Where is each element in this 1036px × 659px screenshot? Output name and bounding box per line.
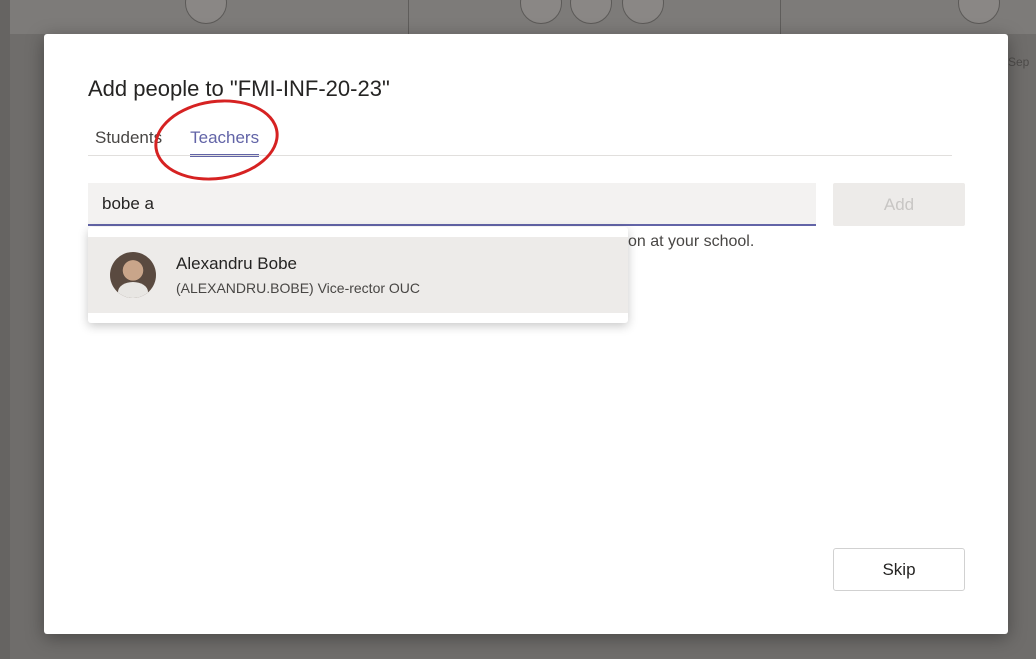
add-people-dialog: Add people to "FMI-INF-20-23" Students T… [44,34,1008,634]
suggestion-dropdown: Alexandru Bobe (ALEXANDRU.BOBE) Vice-rec… [88,227,628,323]
avatar [110,252,156,298]
background-left-rail [0,0,10,659]
tab-teachers[interactable]: Teachers [190,128,260,157]
tab-students[interactable]: Students [95,128,162,157]
skip-button[interactable]: Skip [833,548,965,591]
add-button[interactable]: Add [833,183,965,226]
helper-text: on at your school. [628,233,755,250]
suggestion-detail: (ALEXANDRU.BOBE) Vice-rector OUC [176,280,421,296]
tabs-divider [88,155,952,156]
role-tabs: Students Teachers [95,128,287,157]
avatar-shirt [118,282,148,298]
background-header [0,0,1036,34]
background-side-text: Sep [1008,55,1030,69]
suggestion-item[interactable]: Alexandru Bobe (ALEXANDRU.BOBE) Vice-rec… [88,237,628,313]
suggestion-name: Alexandru Bobe [176,254,297,273]
search-input[interactable] [88,183,816,226]
dialog-title: Add people to "FMI-INF-20-23" [88,76,390,101]
